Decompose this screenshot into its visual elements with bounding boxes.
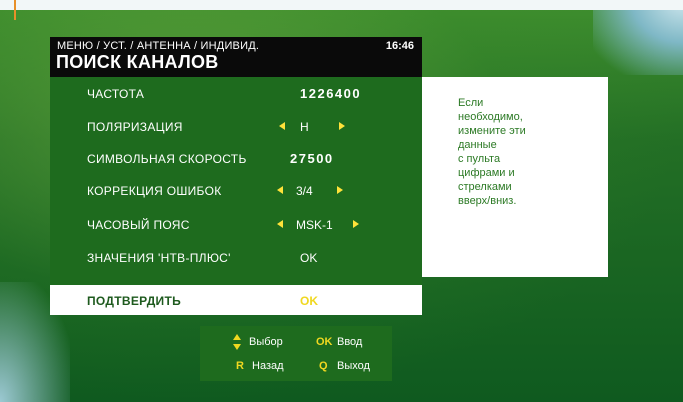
right-arrow-icon[interactable] <box>337 186 343 194</box>
timezone-row[interactable]: ЧАСОВЫЙ ПОЯС MSK-1 <box>50 210 422 240</box>
back-hint: Назад <box>252 360 284 372</box>
exit-hint: Выход <box>337 360 370 372</box>
ntv-values-label: ЗНАЧЕНИЯ 'НТВ-ПЛЮС' <box>87 251 231 265</box>
left-arrow-icon[interactable] <box>279 122 285 130</box>
polarization-row[interactable]: ПОЛЯРИЗАЦИЯ H <box>50 112 422 142</box>
symbol-rate-label: СИМВОЛЬНАЯ СКОРОСТЬ <box>87 152 247 166</box>
up-down-arrow-icon <box>233 334 241 350</box>
right-arrow-icon[interactable] <box>339 122 345 130</box>
left-arrow-icon[interactable] <box>277 186 283 194</box>
breadcrumb: МЕНЮ / УСТ. / АНТЕННА / ИНДИВИД. <box>57 40 260 52</box>
frame-accent-line <box>14 0 16 20</box>
timezone-value[interactable]: MSK-1 <box>296 218 333 232</box>
fec-value[interactable]: 3/4 <box>296 184 313 198</box>
timezone-label: ЧАСОВЫЙ ПОЯС <box>87 218 190 232</box>
confirm-row[interactable]: ПОДТВЕРДИТЬ OK <box>50 285 422 315</box>
page-title: ПОИСК КАНАЛОВ <box>56 52 219 72</box>
symbol-rate-row[interactable]: СИМВОЛЬНАЯ СКОРОСТЬ 27500 <box>50 144 422 174</box>
confirm-label: ПОДТВЕРДИТЬ <box>87 294 182 308</box>
ntv-values-ok[interactable]: OK <box>300 251 317 265</box>
r-key: R <box>236 360 244 372</box>
key-legend: Выбор OK Ввод R Назад Q Выход <box>200 326 392 381</box>
select-hint: Выбор <box>249 336 283 348</box>
frequency-value[interactable]: 1226400 <box>300 86 361 101</box>
polarization-label: ПОЛЯРИЗАЦИЯ <box>87 120 183 134</box>
right-arrow-icon[interactable] <box>353 220 359 228</box>
polarization-value[interactable]: H <box>300 120 309 134</box>
fec-label: КОРРЕКЦИЯ ОШИБОК <box>87 184 222 198</box>
enter-hint: Ввод <box>337 336 363 348</box>
symbol-rate-value[interactable]: 27500 <box>290 151 334 166</box>
q-key: Q <box>319 360 328 372</box>
settings-menu: ЧАСТОТА 1226400 ПОЛЯРИЗАЦИЯ H СИМВОЛЬНАЯ… <box>50 77 422 315</box>
frequency-row[interactable]: ЧАСТОТА 1226400 <box>50 79 422 109</box>
ntv-values-row[interactable]: ЗНАЧЕНИЯ 'НТВ-ПЛЮС' OK <box>50 243 422 273</box>
left-arrow-icon[interactable] <box>277 220 283 228</box>
help-panel: Если необходимо, измените эти данные с п… <box>422 77 608 277</box>
frequency-label: ЧАСТОТА <box>87 87 145 101</box>
fec-row[interactable]: КОРРЕКЦИЯ ОШИБОК 3/4 <box>50 176 422 206</box>
clock: 16:46 <box>385 40 414 52</box>
osd-header: МЕНЮ / УСТ. / АНТЕННА / ИНДИВИД. 16:46 П… <box>50 37 422 77</box>
top-frame-strip <box>0 0 683 10</box>
help-text: Если необходимо, измените эти данные с п… <box>458 97 526 207</box>
confirm-ok[interactable]: OK <box>300 294 318 308</box>
background-highlight <box>593 0 683 75</box>
ok-key: OK <box>316 336 333 348</box>
